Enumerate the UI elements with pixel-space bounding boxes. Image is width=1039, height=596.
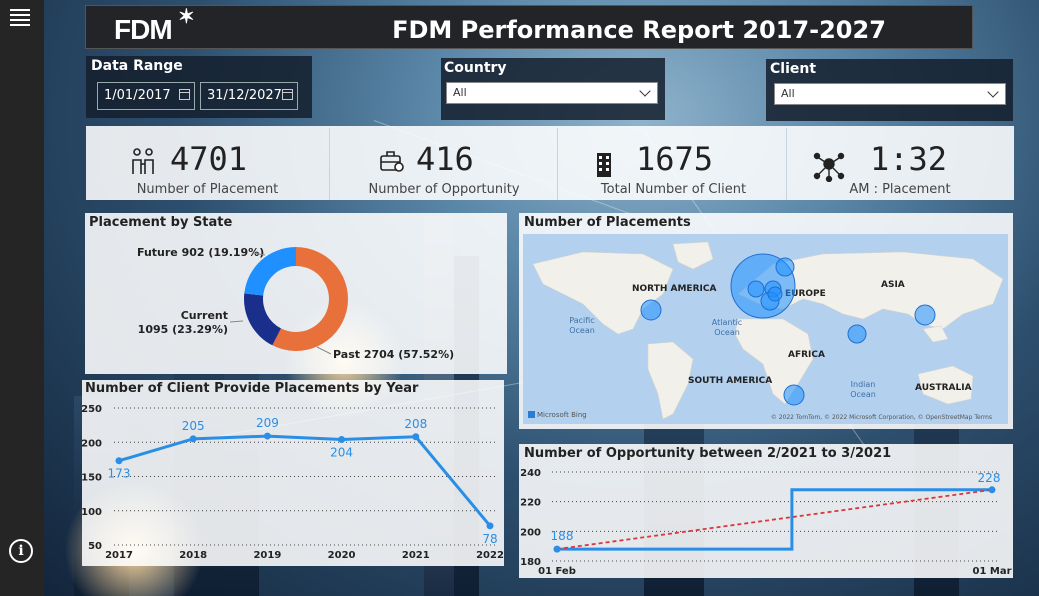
data-point: [486, 522, 494, 530]
y-tick-label: 150: [82, 473, 102, 484]
y-tick-label: 200: [82, 438, 102, 449]
x-tick-label: 2018: [179, 550, 207, 561]
opportunity-chart: 18020022024001 Feb 01 Mar188228: [520, 468, 1011, 577]
kpi-value-am-ratio: 1:32: [870, 140, 948, 178]
y-tick-label: 250: [82, 404, 102, 415]
world-map[interactable]: NORTH AMERICA EUROPE ASIA Pacific Ocean …: [523, 234, 1008, 424]
y-tick-label: 50: [88, 541, 102, 552]
data-point: [263, 432, 271, 440]
date-range-filter: Data Range 1/01/2017 31/12/2027: [86, 56, 312, 118]
building-icon: [596, 152, 612, 178]
data-label: 209: [256, 416, 279, 430]
x-tick-label: 2022: [476, 550, 504, 561]
bubble-south-africa[interactable]: [783, 384, 805, 406]
end-date-field[interactable]: 31/12/2027: [200, 82, 298, 110]
y-tick-label: 220: [520, 498, 541, 509]
people-icon: [130, 146, 156, 176]
country-select[interactable]: All: [446, 82, 658, 104]
data-label: 188: [551, 529, 574, 543]
data-point: [189, 435, 197, 443]
briefcase-icon: [380, 150, 404, 172]
date-range-label: Data Range: [91, 58, 183, 74]
kpi-value-opportunity: 416: [416, 140, 474, 178]
network-icon: [813, 152, 845, 183]
kpi-label-opportunity: Number of Opportunity: [368, 182, 520, 197]
chevron-down-icon: [987, 86, 999, 98]
bubble-india[interactable]: [847, 324, 867, 344]
series-line: [118, 434, 492, 527]
info-icon[interactable]: i: [9, 539, 33, 563]
data-label: 78: [482, 532, 497, 546]
sidebar: i: [0, 0, 44, 596]
trend-line: [556, 488, 993, 551]
map-title: Number of Placements: [524, 215, 691, 230]
report-header: FDM ✶ FDM Performance Report 2017-2027: [85, 5, 973, 49]
bubble-china[interactable]: [914, 304, 936, 326]
y-tick-label: 100: [82, 507, 102, 518]
chevron-down-icon: [639, 85, 651, 97]
data-label: 173: [108, 467, 131, 481]
x-tick-label: 2021: [402, 550, 430, 561]
x-tick-label: 2020: [328, 550, 356, 561]
donut-leader-past: [316, 346, 332, 355]
bubble-western-europe[interactable]: [747, 280, 765, 298]
start-date-field[interactable]: 1/01/2017: [97, 82, 195, 110]
y-tick-label: 240: [520, 468, 541, 479]
clients-by-year-chart: 50 100 150 200 250 2017 2018 2019 2020 2021 2022 17…: [82, 404, 504, 561]
placement-donut-chart: Future 902 (19.19%) Current 1095 (23.29%) P…: [137, 246, 454, 361]
x-tick-label: 01 Mar: [972, 566, 1011, 577]
calendar-icon[interactable]: [179, 89, 190, 100]
y-tick-label: 200: [520, 527, 541, 538]
bing-logo: Microsoft Bing: [528, 411, 587, 419]
kpi-label-am-ratio: AM : Placement: [849, 182, 951, 197]
kpi-value-clients: 1675: [636, 140, 714, 178]
data-label: 205: [182, 419, 205, 433]
map-attribution[interactable]: © 2022 TomTom, © 2022 Microsoft Corporat…: [771, 414, 992, 421]
donut-slice-future: [244, 293, 281, 346]
fdm-logo: FDM ✶: [114, 6, 195, 45]
map-bubbles: [640, 253, 936, 406]
kpi-value-placement: 4701: [170, 140, 248, 178]
menu-icon[interactable]: [10, 9, 30, 27]
x-tick-label: 2019: [253, 550, 281, 561]
country-filter: Country All: [441, 58, 665, 120]
donut-label-past: Past 2704 (57.52%): [333, 348, 454, 361]
bubble-north-america[interactable]: [640, 299, 662, 321]
kpi-label-clients: Total Number of Client: [600, 182, 747, 197]
bubble-germany[interactable]: [767, 286, 783, 302]
donut-leader-current: [229, 320, 244, 323]
page-title: FDM Performance Report 2017-2027: [392, 16, 886, 44]
bubble-scandinavia[interactable]: [775, 257, 795, 277]
donut-label-future: Future 902 (19.19%): [137, 246, 264, 259]
data-point: [553, 545, 561, 553]
data-point: [412, 433, 420, 441]
kpi-label-placement: Number of Placement: [136, 182, 279, 197]
data-label: 228: [978, 471, 1001, 485]
country-label: Country: [444, 60, 507, 76]
data-point: [988, 486, 996, 494]
data-point: [115, 457, 123, 465]
client-label: Client: [770, 61, 817, 77]
donut-label-current: Current 1095 (23.29%): [138, 309, 228, 336]
data-label: 204: [330, 446, 353, 460]
client-filter: Client All: [766, 59, 1013, 121]
x-tick-label: 01 Feb: [538, 566, 576, 577]
calendar-icon[interactable]: [282, 89, 293, 100]
data-label: 208: [404, 417, 427, 431]
client-select[interactable]: All: [774, 83, 1006, 105]
x-tick-label: 2017: [105, 550, 133, 561]
data-point: [338, 436, 346, 444]
